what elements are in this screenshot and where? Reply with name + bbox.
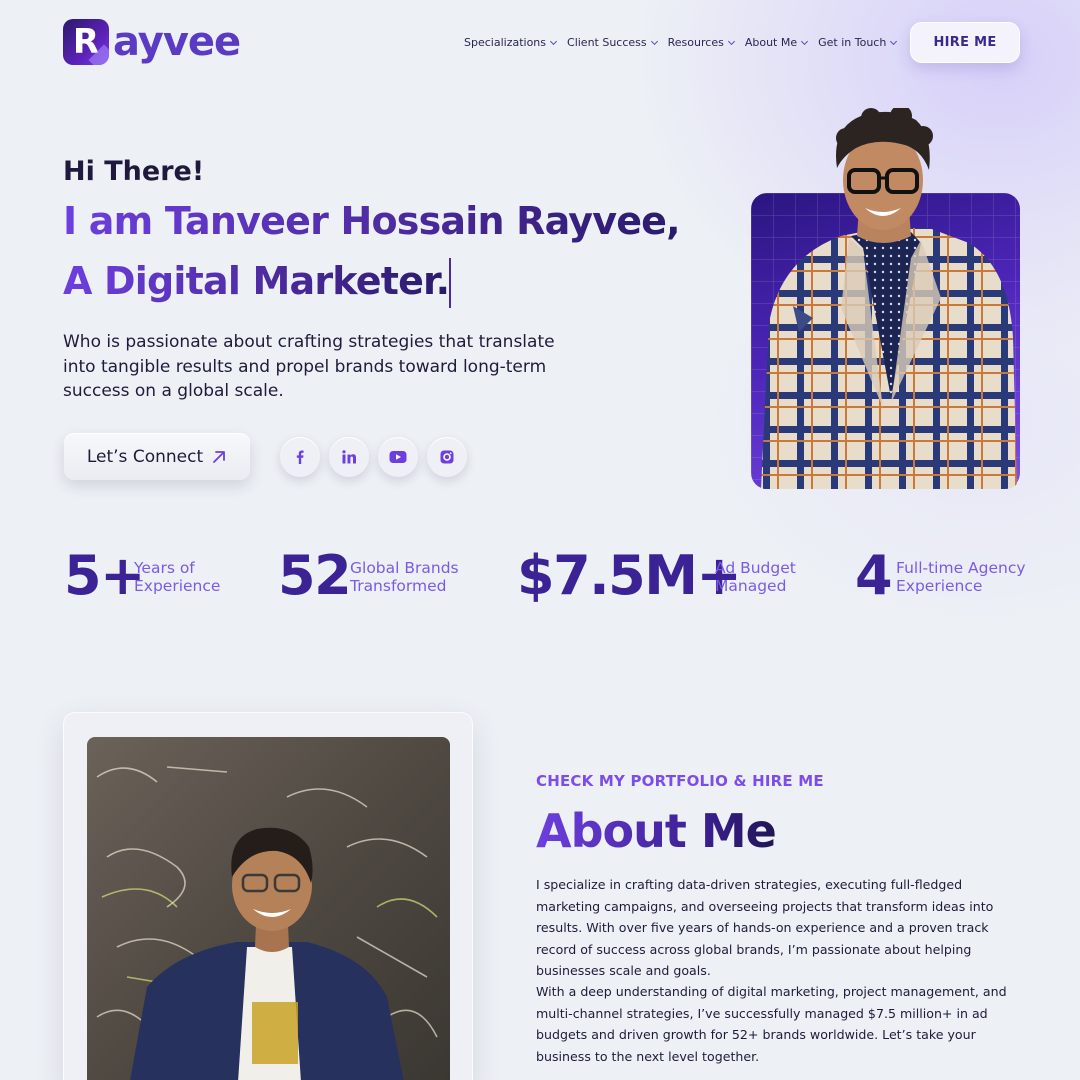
- chevron-down-icon: [801, 37, 809, 45]
- stat-label-line: Ad Budget: [715, 559, 796, 577]
- hire-me-button[interactable]: HIRE ME: [910, 22, 1020, 63]
- hero-headline-line2: A Digital Marketer.: [63, 259, 450, 303]
- stat-value: 4: [855, 544, 893, 607]
- instagram-button[interactable]: [427, 437, 467, 477]
- logo-letter: R: [72, 22, 100, 62]
- facebook-icon: [296, 450, 304, 464]
- nav-label: Resources: [667, 36, 724, 49]
- lets-connect-label: Let’s Connect: [86, 446, 204, 467]
- chevron-down-icon: [727, 37, 735, 45]
- nav-item-specializations[interactable]: Specializations: [464, 36, 558, 49]
- nav-item-client-success[interactable]: Client Success: [567, 36, 658, 49]
- lets-connect-button[interactable]: Let’s Connect: [64, 433, 250, 480]
- about-title: About Me: [536, 804, 777, 858]
- linkedin-button[interactable]: [329, 437, 369, 477]
- stat-label-line: Full-time Agency: [896, 559, 1026, 577]
- arrow-up-right-icon: [213, 450, 226, 463]
- stat-value: 5+: [64, 544, 145, 607]
- stat-label: Global Brands Transformed: [350, 559, 459, 595]
- hero-description: Who is passionate about crafting strateg…: [63, 332, 555, 401]
- stat-label: Full-time Agency Experience: [896, 559, 1026, 595]
- stat-label: Years of Experience: [134, 559, 220, 595]
- chevron-down-icon: [549, 37, 558, 45]
- about-paragraph: With a deep understanding of digital mar…: [536, 984, 1007, 1064]
- about-kicker: CHECK MY PORTFOLIO & HIRE ME: [536, 772, 824, 790]
- stat-value: 52: [278, 544, 352, 607]
- stat-label-line: Transformed: [350, 577, 447, 595]
- nav-item-get-in-touch[interactable]: Get in Touch: [818, 36, 898, 49]
- stat-value: $7.5M+: [517, 544, 742, 607]
- linkedin-icon: [342, 450, 356, 464]
- facebook-button[interactable]: [280, 437, 320, 477]
- youtube-icon: [389, 451, 407, 463]
- instagram-icon: [440, 450, 454, 464]
- stat-label-line: Global Brands: [350, 559, 459, 577]
- nav-label: About Me: [744, 36, 798, 49]
- nav-item-resources[interactable]: Resources: [667, 36, 735, 49]
- stat-label-line: Experience: [896, 577, 983, 595]
- nav-label: Get in Touch: [818, 36, 887, 49]
- stat-label-line: Years of: [134, 559, 195, 577]
- main-nav: Specializations Client Success Resources…: [464, 36, 898, 49]
- about-paragraph: I specialize in crafting data-driven str…: [536, 877, 994, 978]
- logo-text: ayvee: [113, 19, 241, 65]
- youtube-button[interactable]: [378, 437, 418, 477]
- stat-label-line: Managed: [715, 577, 787, 595]
- nav-label: Specializations: [464, 36, 547, 49]
- stat-label: Ad Budget Managed: [715, 559, 796, 595]
- hero-headline-line1: I am Tanveer Hossain Rayvee,: [63, 199, 681, 243]
- stat-label-line: Experience: [134, 577, 221, 595]
- chevron-down-icon: [890, 37, 898, 45]
- about-photo-image: [87, 737, 450, 1080]
- hero-portrait-image: [761, 108, 1017, 489]
- nav-label: Client Success: [567, 36, 647, 49]
- chevron-down-icon: [650, 37, 658, 45]
- logo-mark: R: [63, 19, 109, 65]
- brand-logo[interactable]: R ayvee: [63, 19, 241, 65]
- nav-item-about-me[interactable]: About Me: [744, 36, 809, 49]
- hero-greeting: Hi There!: [63, 156, 205, 187]
- typing-cursor: [449, 258, 451, 308]
